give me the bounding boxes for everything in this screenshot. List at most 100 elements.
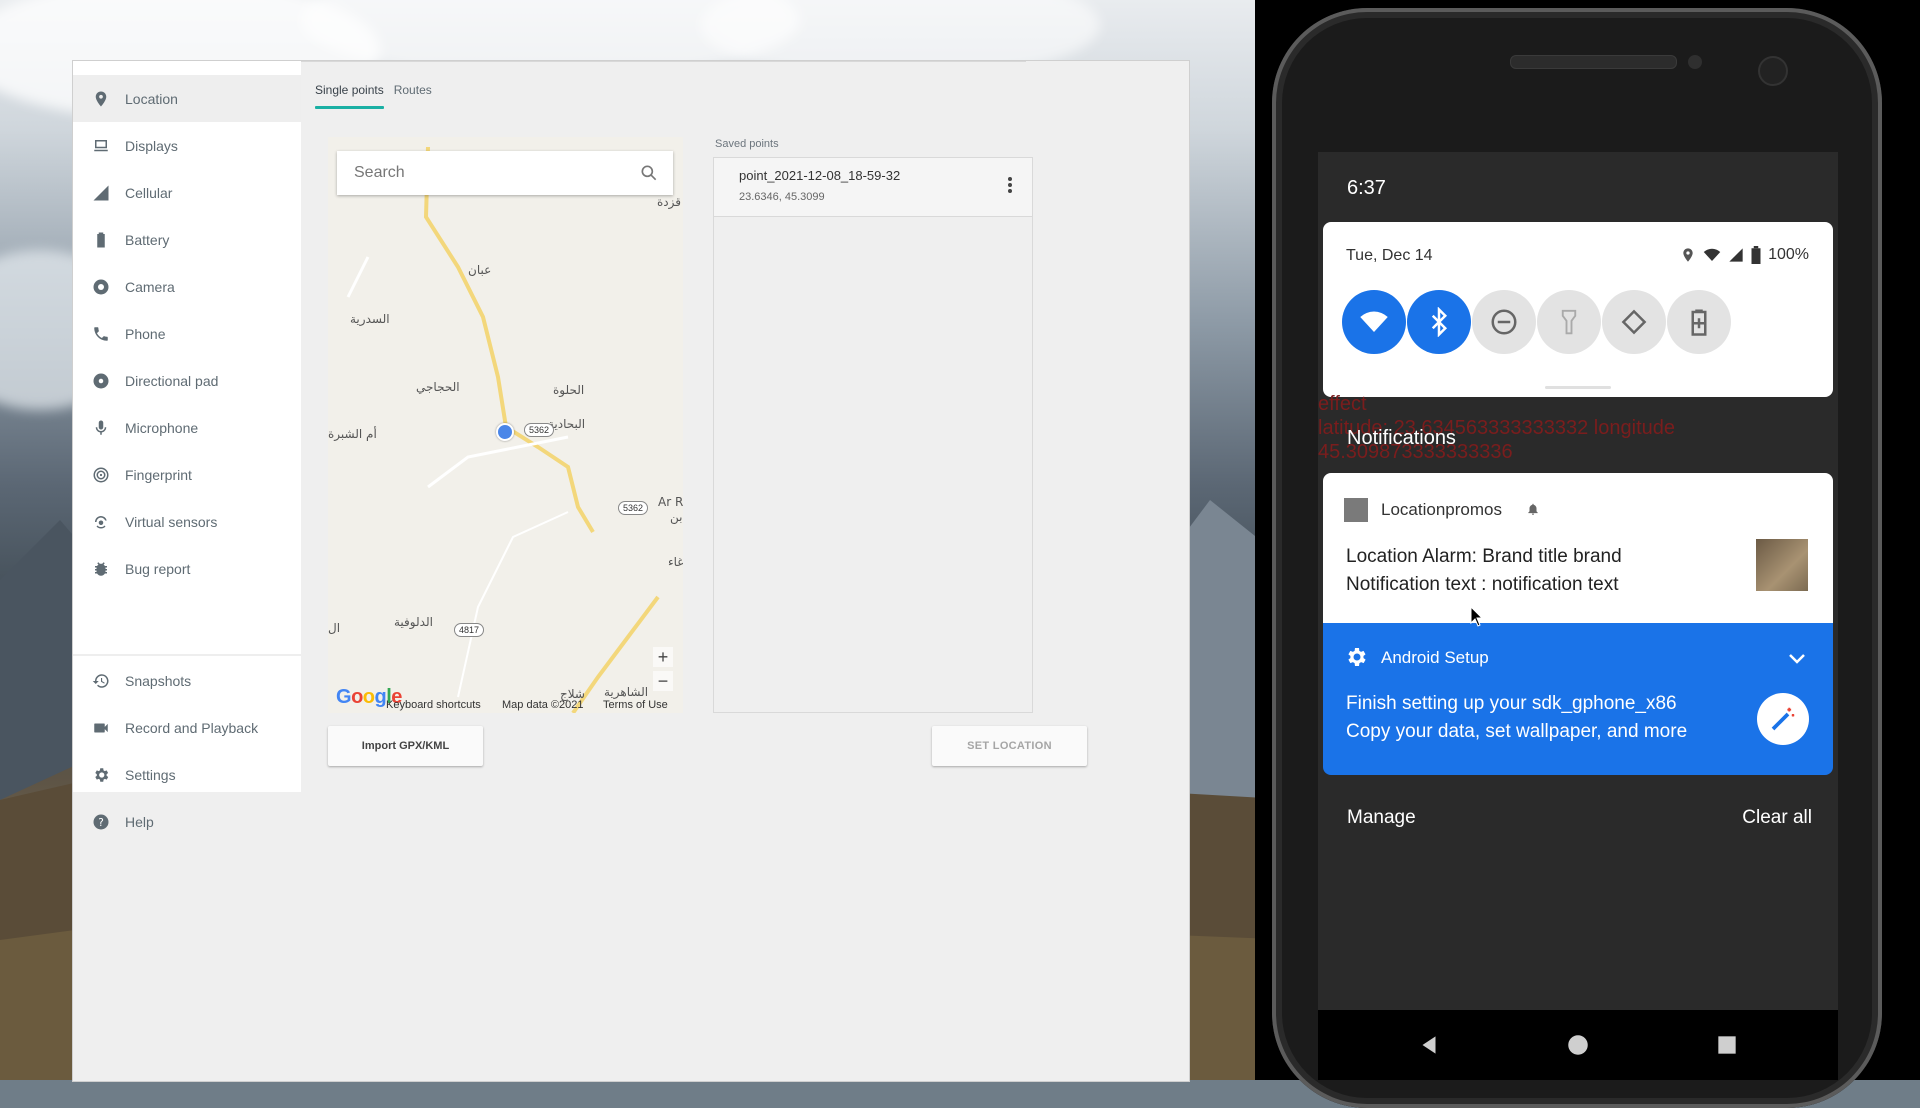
phone-screen: 6:37 Tue, Dec 14 100% effect latitude: 2… (1318, 152, 1838, 1080)
sidebar: Location Displays Cellular Battery Camer… (73, 61, 301, 830)
dpad-icon (91, 371, 111, 391)
terms-of-use-link[interactable]: Terms of Use (603, 699, 668, 711)
notification-android-setup[interactable]: Android Setup Finish setting up your sdk… (1323, 623, 1833, 775)
sidebar-item-cellular[interactable]: Cellular (73, 169, 301, 216)
set-location-button[interactable]: SET LOCATION (932, 726, 1087, 766)
sidebar-item-bug-report[interactable]: Bug report (73, 545, 301, 592)
bluetooth-icon (1431, 307, 1448, 337)
map-place-label: الحجاجي (416, 380, 460, 394)
qs-tile-bluetooth[interactable] (1407, 290, 1471, 354)
auto-rotate-icon (1621, 309, 1647, 335)
sidebar-item-label: Location (125, 90, 178, 107)
tab-single-points[interactable]: Single points (315, 73, 384, 109)
keyboard-shortcuts-link[interactable]: Keyboard shortcuts (386, 699, 481, 711)
map-place-label: السدرية (350, 312, 390, 326)
sidebar-item-label: Directional pad (125, 372, 219, 389)
notification-text: Copy your data, set wallpaper, and more (1346, 721, 1688, 742)
display-icon (91, 136, 111, 156)
qs-tile-wifi[interactable] (1342, 290, 1406, 354)
saved-point-coords: 23.6346, 45.3099 (739, 191, 825, 203)
sidebar-item-label: Help (125, 813, 154, 830)
tab-bar: Single points Routes (315, 73, 432, 109)
zoom-in-button[interactable]: + (653, 647, 673, 667)
more-vert-icon[interactable] (1006, 175, 1014, 195)
front-camera (1758, 56, 1788, 86)
chevron-down-icon[interactable] (1785, 647, 1809, 671)
sidebar-item-location[interactable]: Location (73, 75, 301, 122)
sidebar-item-microphone[interactable]: Microphone (73, 404, 301, 451)
manage-button[interactable]: Manage (1347, 807, 1416, 829)
sidebar-item-virtual-sensors[interactable]: Virtual sensors (73, 498, 301, 545)
fingerprint-icon (91, 465, 111, 485)
location-icon (1683, 248, 1693, 262)
videocam-icon (91, 718, 111, 738)
sidebar-item-help[interactable]: ? Help (73, 798, 301, 845)
sidebar-item-label: Bug report (125, 560, 191, 577)
search-input[interactable] (352, 163, 626, 183)
home-icon[interactable] (1565, 1032, 1591, 1058)
current-location-dot (496, 423, 514, 441)
qs-tile-battery-saver[interactable] (1667, 290, 1731, 354)
map-place-label: الدلوفية (394, 615, 433, 629)
back-icon[interactable] (1416, 1032, 1442, 1058)
sidebar-item-label: Camera (125, 278, 175, 295)
search-icon[interactable] (639, 163, 659, 183)
sidebar-item-label: Battery (125, 231, 170, 248)
sidebar-item-settings[interactable]: Settings (73, 751, 301, 798)
sidebar-item-displays[interactable]: Displays (73, 122, 301, 169)
battery-percent: 100% (1768, 246, 1809, 263)
import-gpx-kml-button[interactable]: Import GPX/KML (328, 726, 483, 766)
cellular-signal-icon (91, 183, 111, 203)
extended-controls-window: Location Displays Cellular Battery Camer… (72, 60, 1190, 1082)
recents-icon[interactable] (1714, 1032, 1740, 1058)
bug-icon (91, 559, 111, 579)
gear-icon (91, 765, 111, 785)
map-view[interactable]: قزدة عبان السدرية الحجاجي الحلوة البحادي… (328, 137, 683, 713)
saved-points-list: point_2021-12-08_18-59-32 23.6346, 45.30… (713, 157, 1033, 713)
battery-status-icon (1751, 246, 1761, 264)
sidebar-item-label: Virtual sensors (125, 513, 218, 530)
map-place-label: ال (328, 621, 341, 635)
qs-status-icons: 100% (1680, 246, 1809, 264)
sidebar-item-record-playback[interactable]: Record and Playback (73, 704, 301, 751)
sidebar-item-battery[interactable]: Battery (73, 216, 301, 263)
saved-point-item[interactable]: point_2021-12-08_18-59-32 23.6346, 45.30… (714, 158, 1032, 217)
sidebar-item-directional-pad[interactable]: Directional pad (73, 357, 301, 404)
qs-date[interactable]: Tue, Dec 14 (1346, 247, 1433, 265)
battery-icon (91, 230, 111, 250)
search-box[interactable] (337, 151, 673, 195)
map-place-label: غاء (668, 555, 683, 569)
sidebar-item-label: Displays (125, 137, 178, 154)
status-clock: 6:37 (1347, 177, 1386, 199)
qs-tile-do-not-disturb[interactable] (1472, 290, 1536, 354)
panel-top-border (301, 61, 1026, 62)
notification-locationpromos[interactable]: Locationpromos Location Alarm: Brand tit… (1323, 473, 1833, 623)
sidebar-item-fingerprint[interactable]: Fingerprint (73, 451, 301, 498)
notification-title: Finish setting up your sdk_gphone_x86 (1346, 693, 1677, 714)
map-data-attribution: Map data ©2021 (502, 699, 584, 711)
map-place-label: الشاهرية (604, 685, 649, 699)
sidebar-divider (73, 654, 301, 656)
magic-wand-icon (1757, 693, 1809, 745)
history-icon (91, 671, 111, 691)
system-nav-bar (1318, 1010, 1838, 1080)
qs-drag-handle[interactable] (1545, 386, 1611, 389)
quick-settings-panel: Tue, Dec 14 100% (1323, 222, 1833, 397)
qs-tile-flashlight[interactable] (1537, 290, 1601, 354)
clear-all-button[interactable]: Clear all (1742, 807, 1812, 829)
background-text-line: effect (1318, 393, 1367, 415)
sidebar-item-phone[interactable]: Phone (73, 310, 301, 357)
zoom-out-button[interactable]: − (653, 671, 673, 691)
qs-tile-auto-rotate[interactable] (1602, 290, 1666, 354)
phone-icon (91, 324, 111, 344)
location-panel: Single points Routes قزدة عبان السدرية ا… (301, 61, 1187, 1081)
sidebar-item-label: Settings (125, 766, 176, 783)
road-shield: 4817 (454, 623, 485, 637)
wifi-status-icon (1703, 248, 1721, 261)
sidebar-item-snapshots[interactable]: Snapshots (73, 657, 301, 704)
sidebar-item-label: Cellular (125, 184, 173, 201)
tab-routes[interactable]: Routes (394, 73, 432, 107)
microphone-icon (91, 418, 111, 438)
sidebar-item-label: Phone (125, 325, 166, 342)
sidebar-item-camera[interactable]: Camera (73, 263, 301, 310)
